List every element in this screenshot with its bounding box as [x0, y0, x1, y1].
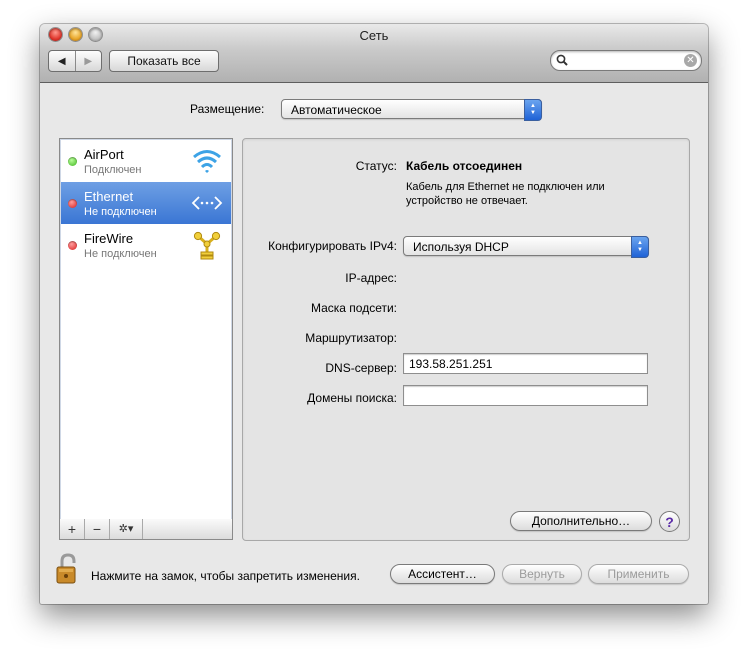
service-status: Подключен	[84, 164, 142, 176]
service-list-controls: + − ✲▾	[59, 519, 233, 540]
ipv4-config-popup[interactable]: Используя DHCP ▲ ▼	[403, 236, 649, 258]
status-description-line: Кабель для Ethernet не подключен или	[406, 181, 605, 193]
status-description: Кабель для Ethernet не подключен или уст…	[406, 180, 656, 208]
back-button[interactable]: ◀	[49, 51, 75, 71]
clear-search-icon[interactable]: ✕	[684, 54, 697, 67]
add-service-button[interactable]: +	[60, 519, 85, 539]
status-value: Кабель отсоединен	[406, 159, 523, 173]
status-connected-icon	[68, 157, 77, 166]
lock-message: Нажмите на замок, чтобы запретить измене…	[91, 569, 360, 583]
location-value: Автоматическое	[291, 103, 382, 117]
ipv4-label: Конфигурировать IPv4:	[268, 239, 397, 253]
location-popup[interactable]: Автоматическое ▲ ▼	[281, 99, 542, 121]
action-menu-button[interactable]: ✲▾	[110, 519, 143, 539]
window-title: Сеть	[359, 28, 389, 43]
service-status: Не подключен	[84, 248, 157, 260]
status-disconnected-icon	[68, 241, 77, 250]
search-field[interactable]: ✕	[550, 50, 702, 71]
assistant-button[interactable]: Ассистент…	[390, 564, 495, 584]
ethernet-icon	[191, 196, 223, 210]
router-label: Маршрутизатор:	[305, 331, 397, 345]
service-name: Ethernet	[84, 189, 134, 204]
apply-button[interactable]: Применить	[588, 564, 689, 584]
status-description-line: устройство не отвечает.	[406, 195, 528, 207]
firewire-icon	[193, 231, 221, 260]
lock-icon[interactable]	[56, 553, 82, 585]
service-item-firewire[interactable]: FireWire Не подключен	[61, 224, 231, 266]
search-domains-label: Домены поиска:	[307, 391, 397, 405]
titlebar: Сеть ◀ ▶ Показать все ✕	[40, 24, 708, 83]
wifi-icon	[193, 150, 221, 173]
show-all-button[interactable]: Показать все	[109, 50, 219, 72]
status-label: Статус:	[355, 159, 397, 173]
status-disconnected-icon	[68, 199, 77, 208]
service-item-ethernet[interactable]: Ethernet Не подключен	[61, 182, 231, 224]
service-name: AirPort	[84, 147, 124, 162]
search-domains-field[interactable]	[403, 385, 648, 406]
service-item-airport[interactable]: AirPort Подключен	[61, 140, 231, 182]
network-preferences-window: Сеть ◀ ▶ Показать все ✕ Размещение: Авто…	[40, 24, 708, 604]
ipv4-config-value: Используя DHCP	[413, 240, 509, 254]
dns-server-label: DNS-сервер:	[325, 361, 397, 375]
service-status: Не подключен	[84, 206, 157, 218]
subnet-mask-label: Маска подсети:	[310, 301, 397, 315]
location-label: Размещение:	[190, 102, 265, 116]
service-name: FireWire	[84, 231, 134, 246]
service-list: AirPort Подключен Ethernet Не подключен	[59, 138, 233, 521]
service-detail-panel: Статус: Кабель отсоединен Кабель для Eth…	[242, 138, 690, 541]
forward-button[interactable]: ▶	[74, 51, 102, 71]
revert-button[interactable]: Вернуть	[502, 564, 582, 584]
dns-server-field[interactable]: 193.58.251.251	[403, 353, 648, 374]
help-button[interactable]: ?	[659, 511, 680, 532]
search-icon	[556, 54, 568, 66]
remove-service-button[interactable]: −	[85, 519, 110, 539]
ip-address-label: IP-адрес:	[345, 271, 397, 285]
advanced-button[interactable]: Дополнительно…	[510, 511, 652, 531]
popup-arrows-icon: ▲ ▼	[524, 99, 542, 121]
back-forward-control: ◀ ▶	[48, 50, 102, 72]
popup-arrows-icon: ▲ ▼	[631, 236, 649, 258]
